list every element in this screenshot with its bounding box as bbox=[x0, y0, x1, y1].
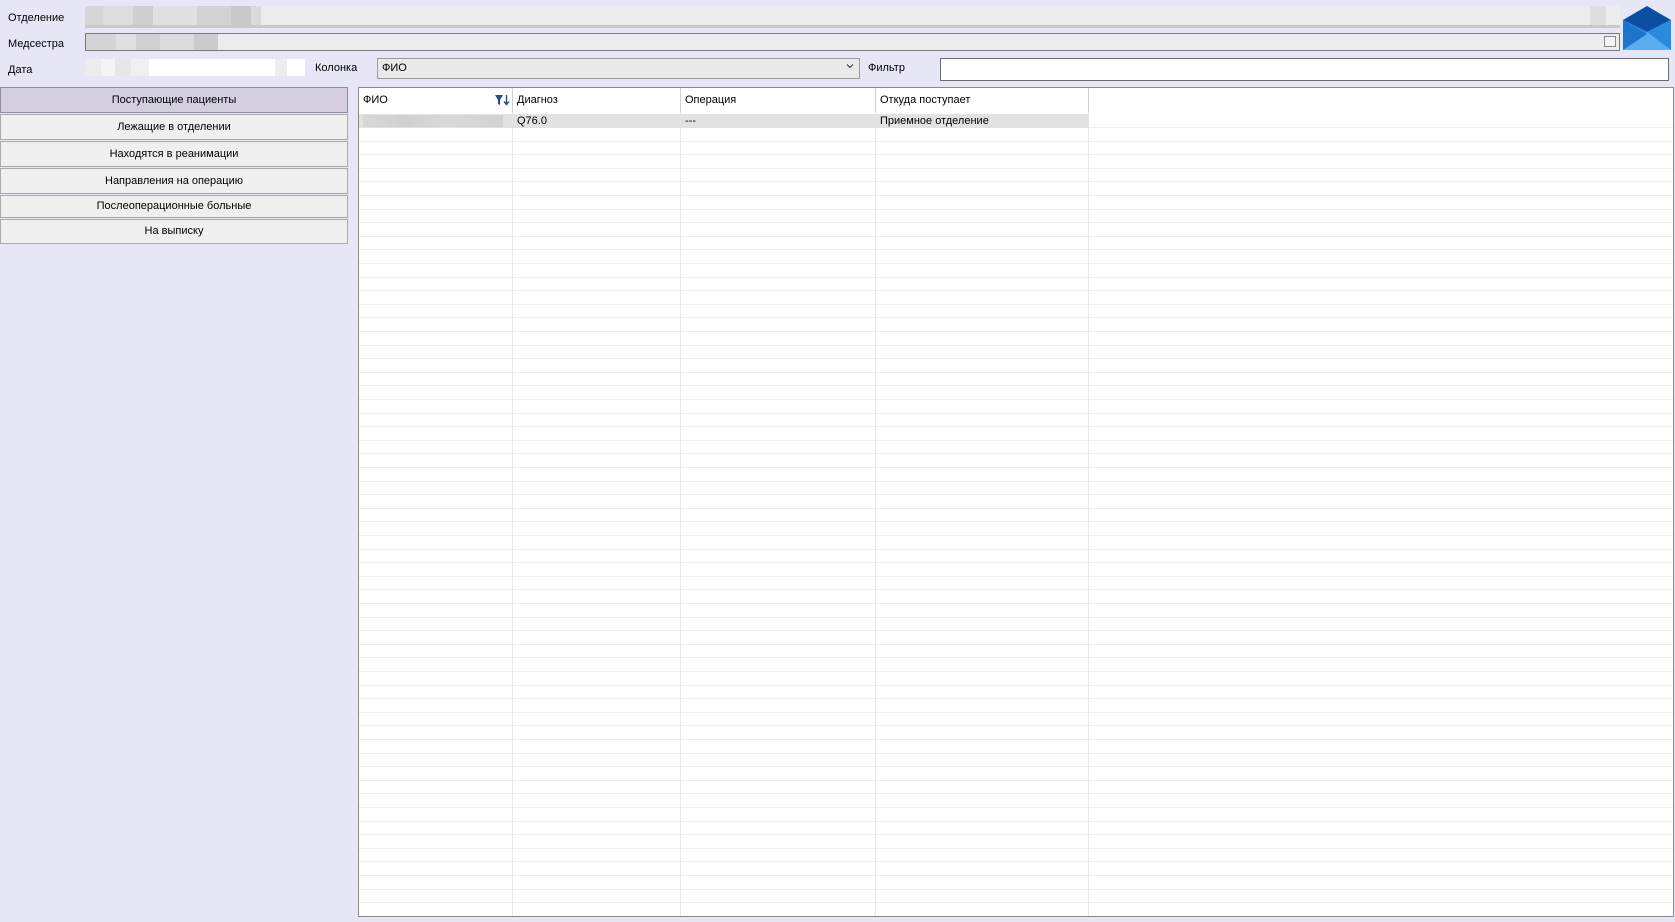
cell-operation: --- bbox=[685, 115, 696, 127]
nav-in-icu[interactable]: Находятся в реанимации bbox=[0, 141, 348, 167]
row-line bbox=[359, 290, 1673, 291]
cell-source: Приемное отделение bbox=[880, 115, 989, 127]
row-line bbox=[359, 603, 1673, 604]
row-line bbox=[359, 304, 1673, 305]
nurse-field[interactable] bbox=[85, 33, 1620, 51]
row-line bbox=[359, 467, 1673, 468]
row-line bbox=[359, 766, 1673, 767]
row-line bbox=[359, 861, 1673, 862]
row-line bbox=[359, 277, 1673, 278]
row-line bbox=[359, 793, 1673, 794]
row-line bbox=[359, 358, 1673, 359]
row-line bbox=[359, 657, 1673, 658]
row-line bbox=[359, 249, 1673, 250]
row-line bbox=[359, 589, 1673, 590]
row-line bbox=[359, 807, 1673, 808]
column-header-source[interactable]: Откуда поступает bbox=[876, 88, 1088, 112]
column-select-value: ФИО bbox=[382, 62, 407, 74]
header-separator bbox=[1088, 88, 1089, 112]
nav-surgery-referrals[interactable]: Направления на операцию bbox=[0, 168, 348, 194]
row-line bbox=[359, 168, 1673, 169]
row-line bbox=[359, 508, 1673, 509]
column-header-diagnosis[interactable]: Диагноз bbox=[513, 88, 680, 112]
row-line bbox=[359, 549, 1673, 550]
row-line bbox=[359, 345, 1673, 346]
date-field[interactable] bbox=[85, 59, 305, 76]
row-line bbox=[359, 848, 1673, 849]
row-line bbox=[359, 916, 1673, 917]
column-header-operation[interactable]: Операция bbox=[681, 88, 875, 112]
row-line bbox=[359, 141, 1673, 142]
row-line bbox=[359, 426, 1673, 427]
column-header-label: ФИО bbox=[363, 94, 388, 106]
row-line bbox=[359, 644, 1673, 645]
mail-icon[interactable] bbox=[1622, 6, 1672, 52]
filter-sort-icon[interactable] bbox=[494, 93, 510, 107]
redacted-name bbox=[363, 115, 503, 127]
row-line bbox=[359, 562, 1673, 563]
column-label: Колонка bbox=[315, 62, 358, 74]
department-field[interactable] bbox=[85, 6, 1620, 28]
row-line bbox=[359, 780, 1673, 781]
row-line bbox=[359, 576, 1673, 577]
row-line bbox=[359, 902, 1673, 903]
row-line bbox=[359, 494, 1673, 495]
filter-input[interactable] bbox=[940, 58, 1669, 81]
nurse-label: Медсестра bbox=[8, 38, 64, 50]
row-line bbox=[359, 834, 1673, 835]
column-header-fio[interactable]: ФИО bbox=[359, 88, 512, 112]
row-line bbox=[359, 236, 1673, 237]
column-select[interactable]: ФИО bbox=[377, 58, 860, 79]
row-line bbox=[359, 195, 1673, 196]
row-line bbox=[359, 630, 1673, 631]
nav-postoperative[interactable]: Послеоперационные больные bbox=[0, 195, 348, 218]
row-line bbox=[359, 753, 1673, 754]
row-line bbox=[359, 181, 1673, 182]
filter-label: Фильтр bbox=[868, 62, 905, 74]
row-line bbox=[359, 440, 1673, 441]
cell-fio bbox=[359, 114, 512, 128]
row-line bbox=[359, 263, 1673, 264]
row-line bbox=[359, 685, 1673, 686]
department-label: Отделение bbox=[8, 12, 65, 24]
row-line bbox=[359, 725, 1673, 726]
row-line bbox=[359, 222, 1673, 223]
row-line bbox=[359, 154, 1673, 155]
ellipsis-icon[interactable] bbox=[1604, 36, 1616, 47]
row-line bbox=[359, 712, 1673, 713]
patients-grid[interactable]: ФИО Диагноз Операция Откуда поступает Q7… bbox=[358, 87, 1674, 917]
row-line bbox=[359, 875, 1673, 876]
row-line bbox=[359, 481, 1673, 482]
row-line bbox=[359, 671, 1673, 672]
column-divider bbox=[1088, 88, 1089, 916]
row-line bbox=[359, 821, 1673, 822]
row-line bbox=[359, 889, 1673, 890]
row-line bbox=[359, 535, 1673, 536]
column-divider bbox=[875, 88, 876, 916]
column-divider bbox=[512, 88, 513, 916]
chevron-down-icon bbox=[846, 64, 854, 69]
row-line bbox=[359, 385, 1673, 386]
row-line bbox=[359, 739, 1673, 740]
nav-incoming-patients[interactable]: Поступающие пациенты bbox=[0, 87, 348, 113]
nav-discharge[interactable]: На выписку bbox=[0, 219, 348, 244]
row-line bbox=[359, 413, 1673, 414]
row-line bbox=[359, 698, 1673, 699]
row-line bbox=[359, 372, 1673, 373]
row-line bbox=[359, 331, 1673, 332]
row-line bbox=[359, 453, 1673, 454]
row-line bbox=[359, 209, 1673, 210]
row-line bbox=[359, 521, 1673, 522]
date-label: Дата bbox=[8, 64, 33, 76]
row-line bbox=[359, 317, 1673, 318]
row-line bbox=[359, 399, 1673, 400]
nav-patients-in-ward[interactable]: Лежащие в отделении bbox=[0, 114, 348, 140]
cell-diagnosis: Q76.0 bbox=[517, 115, 547, 127]
row-line bbox=[359, 617, 1673, 618]
column-divider bbox=[680, 88, 681, 916]
